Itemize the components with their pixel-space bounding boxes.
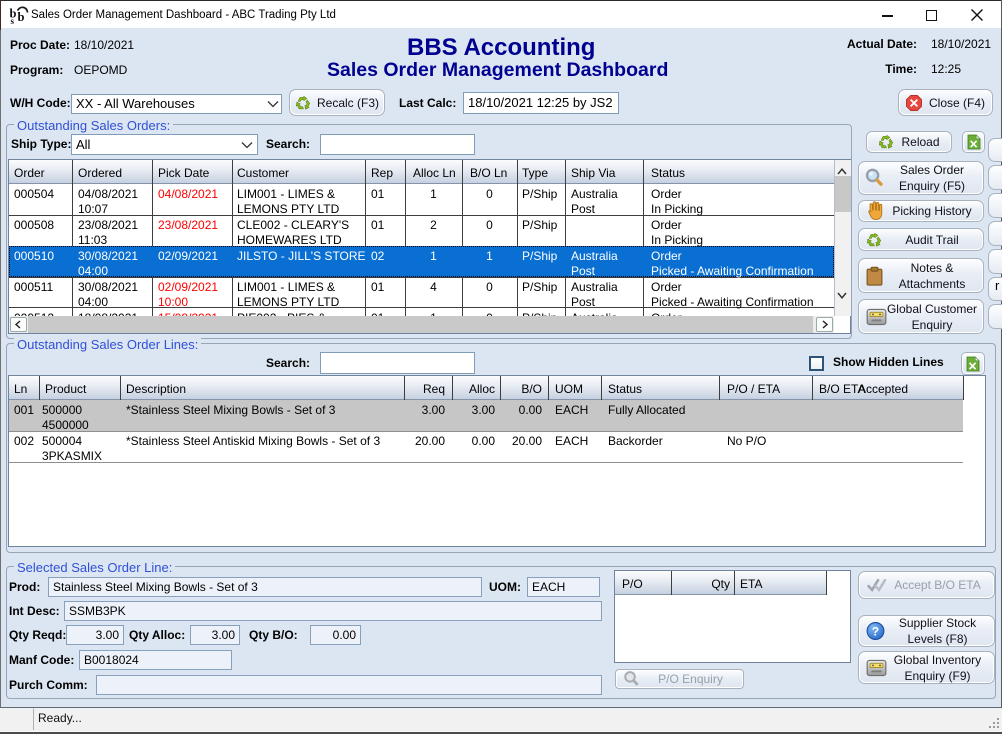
svg-text:b: b: [18, 10, 25, 24]
svg-text:s: s: [11, 16, 15, 25]
svg-text:?: ?: [872, 624, 879, 638]
